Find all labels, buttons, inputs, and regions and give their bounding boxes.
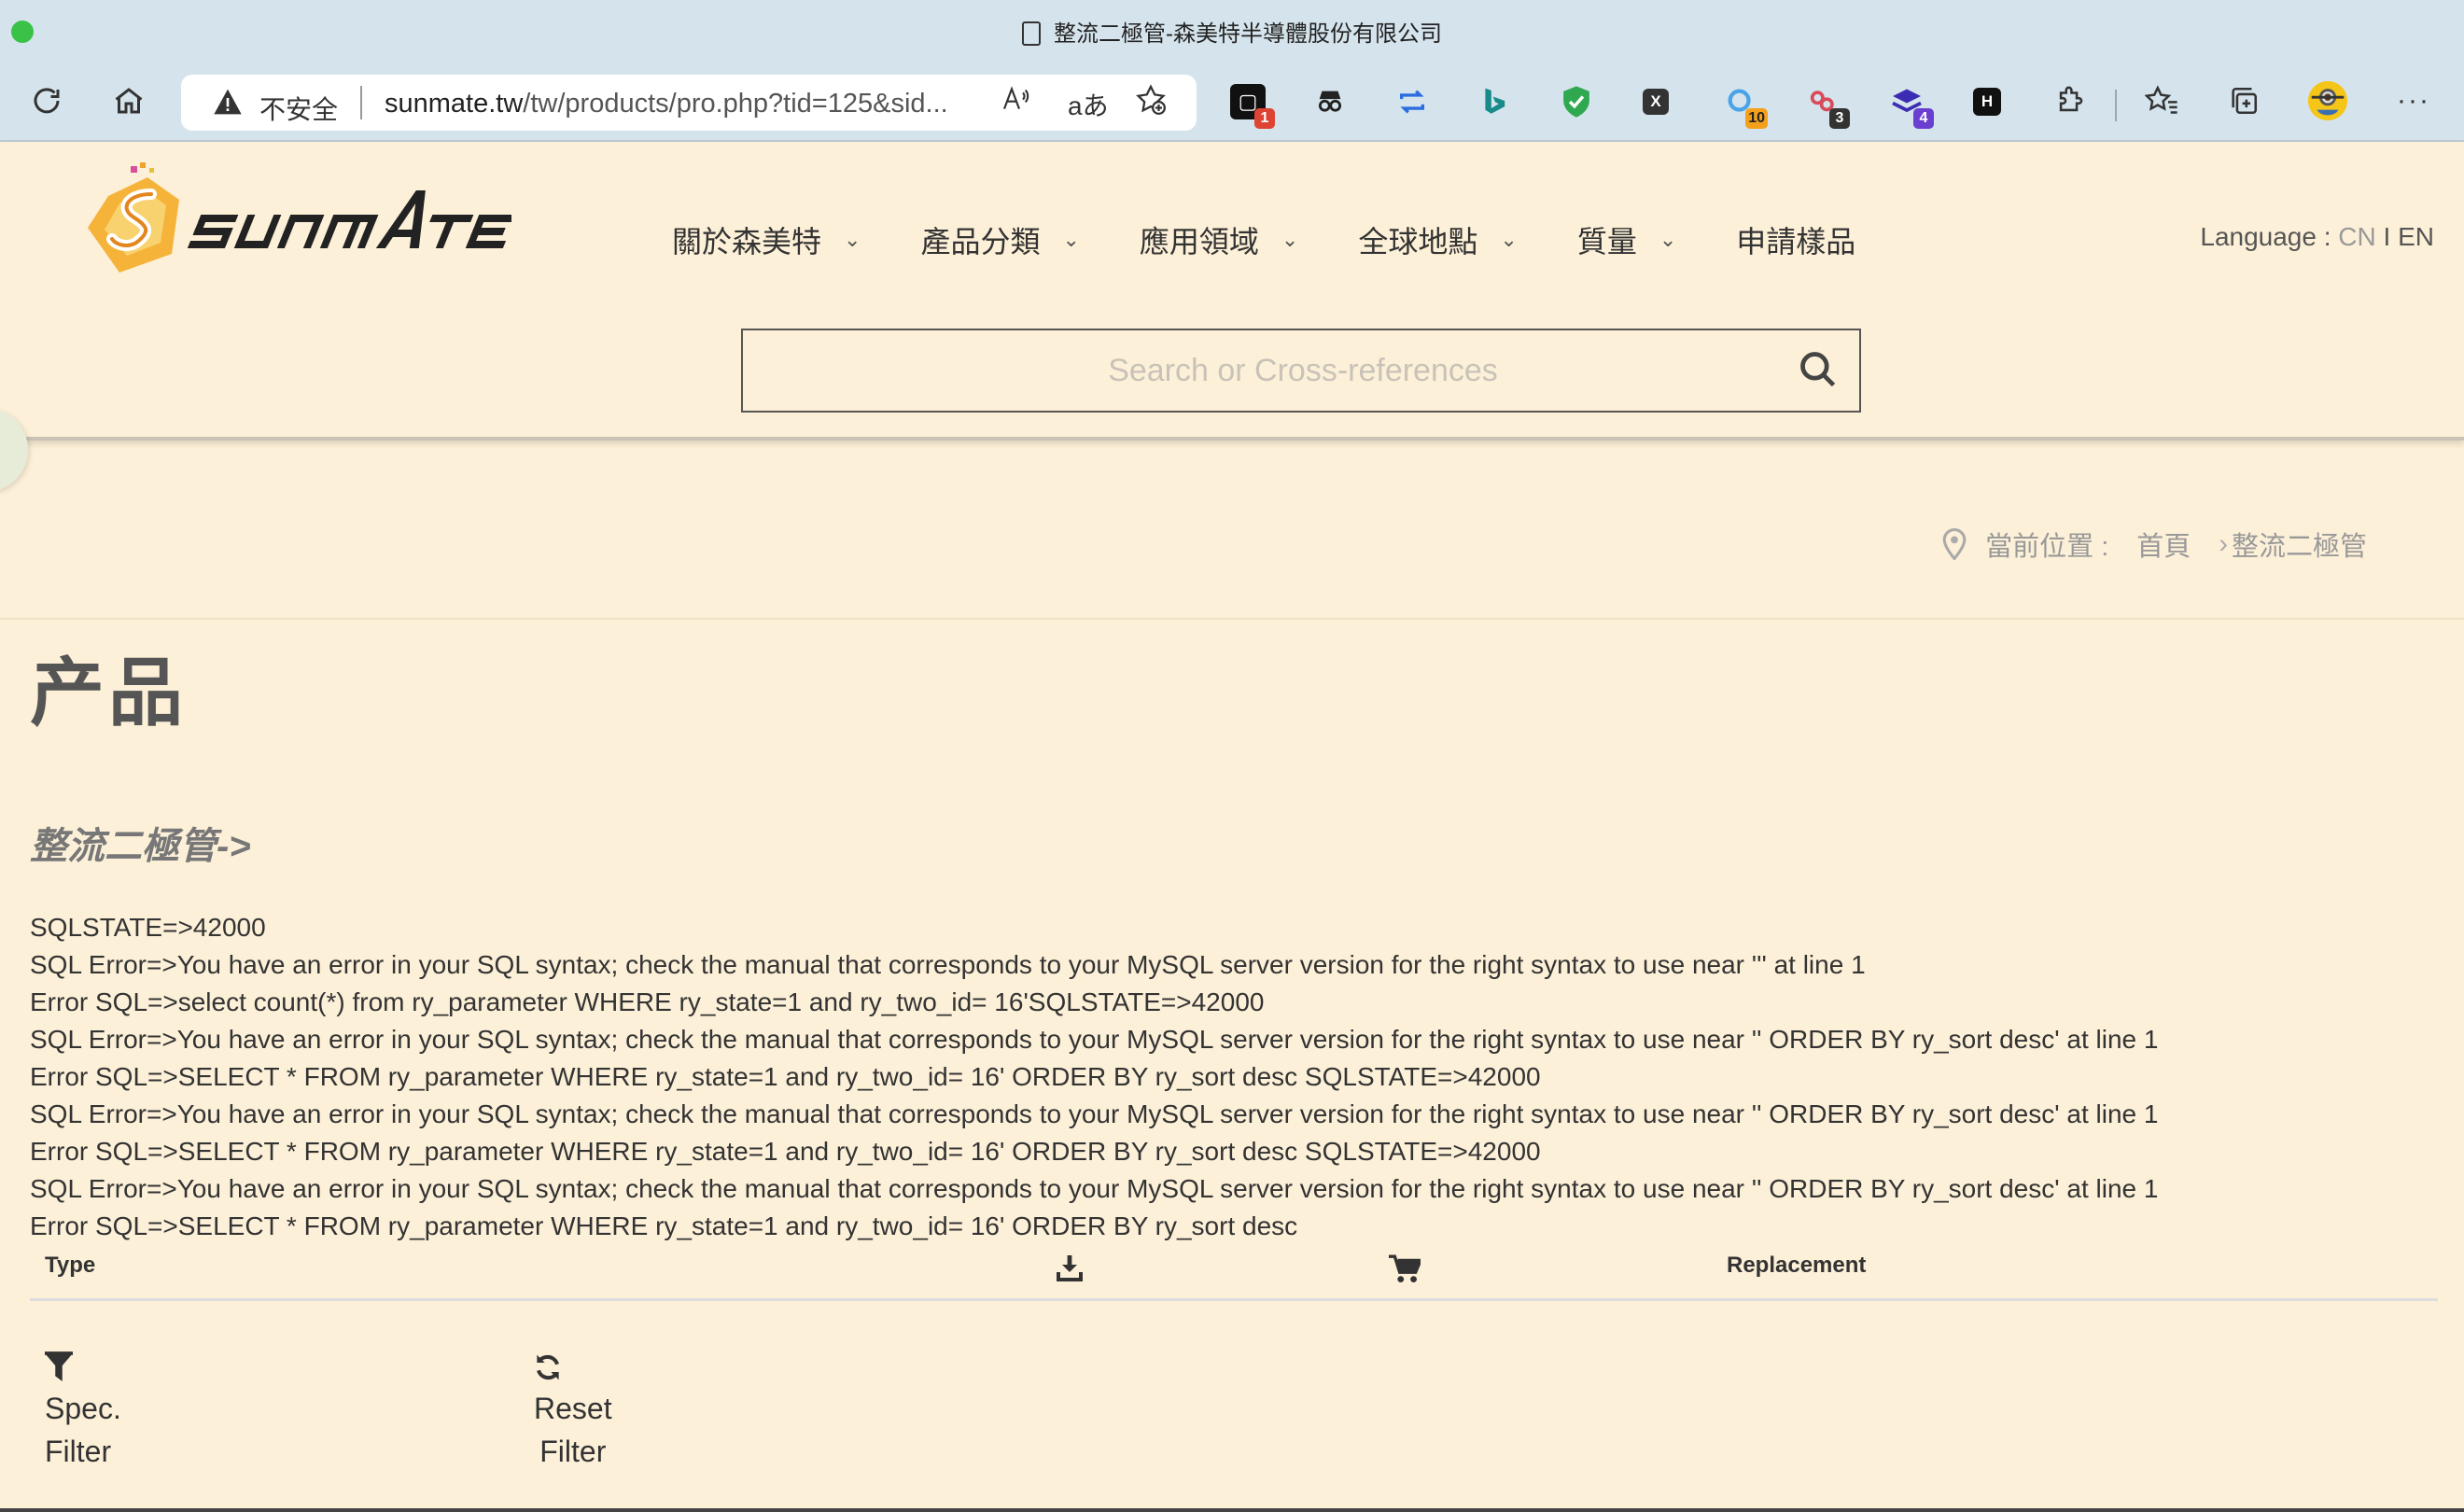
main-nav: 關於森美特 ⌄ 產品分類 ⌄ 應用領域 ⌄ 全球地點 ⌄ 質量 ⌄ 申請樣品 [672, 218, 1915, 261]
error-line: Error SQL=>select count(*) from ry_param… [30, 987, 1265, 1016]
lang-en-link[interactable]: EN [2398, 222, 2434, 251]
toolbar-divider [2115, 90, 2117, 121]
error-line: SQL Error=>You have an error in your SQL… [30, 1099, 2159, 1128]
error-line: Error SQL=>SELECT * FROM ry_parameter WH… [30, 1062, 1541, 1091]
nav-item-samples[interactable]: 申請樣品 [1736, 218, 1855, 261]
sunmate-logo[interactable] [82, 162, 511, 274]
column-type: Type [45, 1253, 96, 1278]
bing-icon[interactable] [1477, 84, 1512, 119]
error-line: Error SQL=>SELECT * FROM ry_parameter WH… [30, 1211, 1298, 1240]
search-input[interactable] [743, 330, 1770, 411]
x-extension-icon[interactable]: X [1643, 89, 1669, 115]
product-table-header: Type Replacement [30, 1253, 2438, 1301]
nav-item-quality[interactable]: 質量 ⌄ [1577, 218, 1676, 261]
chevron-down-icon: ⌄ [1281, 228, 1299, 251]
location-pin-icon [1942, 528, 1967, 560]
chevron-right-icon: › [2219, 528, 2228, 559]
shield-check-icon[interactable] [1559, 84, 1594, 119]
download-icon [1057, 1255, 1083, 1281]
page-bottom-border [0, 1508, 2464, 1512]
document-icon [1022, 21, 1041, 46]
warning-icon [213, 88, 243, 123]
nav-item-products[interactable]: 產品分類 ⌄ [920, 218, 1079, 261]
repeat-extension-icon[interactable] [1394, 84, 1430, 119]
chevron-down-icon: ⌄ [1659, 228, 1677, 251]
chevron-down-icon: ⌄ [844, 228, 861, 251]
url-text[interactable]: sunmate.tw/tw/products/pro.php?tid=125&s… [385, 89, 1150, 119]
layers-extension-icon[interactable]: 4 [1889, 84, 1934, 129]
error-line: SQL Error=>You have an error in your SQL… [30, 950, 1866, 979]
spec-filter-button[interactable]: Spec. Filter [45, 1351, 121, 1473]
page-title: 产品 [30, 651, 187, 735]
link-extension-icon[interactable]: 3 [1805, 84, 1850, 129]
security-label[interactable]: 不安全 [259, 90, 338, 127]
column-replacement: Replacement [1727, 1253, 1867, 1278]
h-extension-icon[interactable]: H [1973, 88, 2001, 116]
language-switcher: Language : CN I EN [2200, 222, 2434, 251]
add-favorite-icon[interactable] [1135, 84, 1167, 123]
filter-icon [45, 1351, 73, 1381]
spy-extension-icon[interactable] [1312, 84, 1348, 119]
extensions-puzzle-icon[interactable] [2048, 78, 2093, 123]
refresh-icon [537, 1354, 559, 1380]
profile-avatar[interactable] [2305, 78, 2350, 123]
extension-1-icon[interactable]: ▢ 1 [1230, 84, 1275, 129]
read-aloud-icon[interactable] [1001, 84, 1030, 121]
tab-title: 整流二極管-森美特半導體股份有限公司 [0, 15, 2464, 48]
more-menu-icon[interactable]: ··· [2391, 78, 2436, 123]
sql-error-output: SQLSTATE=>42000 SQL Error=>You have an er… [30, 909, 2158, 1245]
breadcrumb-home-link[interactable]: 首頁 [2136, 525, 2191, 564]
search-box [741, 329, 1861, 413]
breadcrumb-current[interactable]: 整流二極管 [2232, 525, 2367, 564]
web-page: 關於森美特 ⌄ 產品分類 ⌄ 應用領域 ⌄ 全球地點 ⌄ 質量 ⌄ 申請樣品 Langua… [0, 142, 2464, 1512]
lang-cn-link[interactable]: CN [2338, 222, 2375, 251]
nav-item-applications[interactable]: 應用領域 ⌄ [1140, 218, 1298, 261]
home-icon[interactable] [106, 78, 151, 123]
breadcrumb-prefix: 當前位置 : [1985, 532, 2109, 562]
breadcrumb: 當前位置 : 首頁 › 整流二極管 [1942, 525, 2367, 564]
browser-toolbar: 不安全 sunmate.tw/tw/products/pro.php?tid=1… [0, 62, 2464, 142]
address-bar[interactable]: 不安全 sunmate.tw/tw/products/pro.php?tid=1… [181, 75, 1197, 131]
search-icon[interactable] [1798, 349, 1839, 390]
favorites-icon[interactable] [2139, 78, 2184, 123]
cart-icon [1389, 1254, 1421, 1283]
reset-filter-button[interactable]: Reset Filter [534, 1351, 612, 1473]
error-line: Error SQL=>SELECT * FROM ry_parameter WH… [30, 1137, 1541, 1166]
translate-icon[interactable]: aあ [1068, 86, 1109, 123]
error-line: SQL Error=>You have an error in your SQL… [30, 1025, 2159, 1054]
search-extension-icon[interactable]: 10 [1723, 84, 1768, 129]
browser-titlebar: 整流二極管-森美特半導體股份有限公司 [0, 0, 2464, 62]
site-header: 關於森美特 ⌄ 產品分類 ⌄ 應用領域 ⌄ 全球地點 ⌄ 質量 ⌄ 申請樣品 Langua… [0, 142, 2464, 441]
nav-item-locations[interactable]: 全球地點 ⌄ [1358, 218, 1517, 261]
collections-icon[interactable] [2221, 78, 2266, 123]
divider [0, 618, 2464, 620]
nav-item-about[interactable]: 關於森美特 ⌄ [672, 218, 861, 261]
reload-icon[interactable] [24, 78, 69, 123]
address-separator [360, 86, 362, 119]
error-line: SQL Error=>You have an error in your SQL… [30, 1174, 2159, 1203]
chevron-down-icon: ⌄ [1062, 228, 1080, 251]
chevron-down-icon: ⌄ [1500, 228, 1518, 251]
error-line: SQLSTATE=>42000 [30, 913, 266, 942]
category-title: 整流二極管-> [30, 826, 251, 867]
